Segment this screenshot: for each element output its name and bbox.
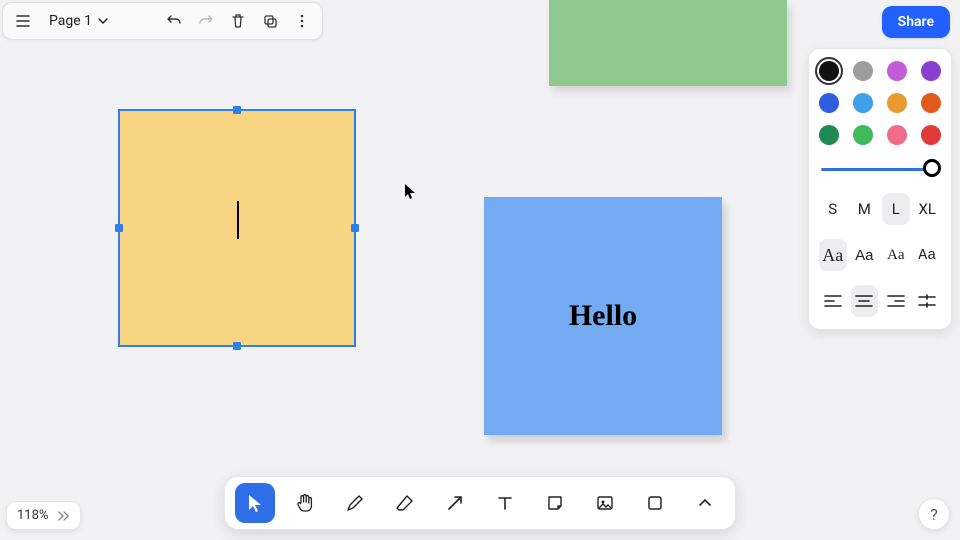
chevron-down-icon [98,16,108,26]
sticky-note-blue-text: Hello [569,299,637,333]
slider-track [821,168,939,171]
font-row: Aa Aa Aa Aa [819,239,941,271]
sticky-note-blue[interactable]: Hello [484,197,722,435]
sticky-note-green[interactable] [549,0,787,86]
color-swatch-5[interactable] [853,93,873,113]
menu-button[interactable] [9,7,37,35]
trash-icon [230,13,246,29]
page-selector[interactable]: Page 1 [41,9,116,33]
size-option-s[interactable]: S [819,193,847,225]
align-left-icon [824,294,842,308]
duplicate-button[interactable] [256,7,284,35]
share-button[interactable]: Share [882,6,950,38]
more-actions-button[interactable] [288,7,316,35]
font-option-cursive[interactable]: Aa [819,239,847,271]
undo-button[interactable] [160,7,188,35]
shape-icon [645,493,665,513]
color-swatch-9[interactable] [853,125,873,145]
color-swatch-6[interactable] [887,93,907,113]
help-label: ? [930,505,938,524]
opacity-slider[interactable] [819,159,941,179]
redo-button[interactable] [192,7,220,35]
align-justify[interactable] [914,285,942,317]
align-justify-icon [918,294,936,308]
top-toolbar: Page 1 [2,2,323,40]
help-button[interactable]: ? [918,498,950,530]
align-row [819,285,941,317]
selection-handle-s[interactable] [233,342,241,350]
align-center[interactable] [851,285,879,317]
hamburger-icon [15,13,31,29]
color-swatch-8[interactable] [819,125,839,145]
select-icon [245,493,265,513]
chevron-up-icon [697,495,713,511]
eraser-icon [395,493,415,513]
chevron-right-double-icon [56,509,70,523]
delete-button[interactable] [224,7,252,35]
size-option-m[interactable]: M [851,193,879,225]
size-row: SMLXL [819,193,941,225]
selection-handle-e[interactable] [351,224,359,232]
align-center-icon [855,294,873,308]
image-icon [595,493,615,513]
color-swatch-11[interactable] [921,125,941,145]
share-label: Share [898,14,934,30]
color-grid [819,61,941,145]
tool-note[interactable] [535,483,575,523]
text-caret [237,201,239,239]
align-right-icon [887,294,905,308]
undo-icon [166,13,182,29]
tool-text[interactable] [485,483,525,523]
text-icon [495,493,515,513]
size-option-l[interactable]: L [882,193,910,225]
tool-eraser[interactable] [385,483,425,523]
arrow-icon [445,493,465,513]
slider-thumb[interactable] [923,159,941,177]
tool-select[interactable] [235,483,275,523]
page-label: Page 1 [49,13,92,29]
mouse-cursor-icon [405,184,417,200]
tool-dock [224,476,736,530]
color-swatch-4[interactable] [819,93,839,113]
dots-vertical-icon [294,13,310,29]
color-swatch-2[interactable] [887,61,907,81]
tool-hand[interactable] [285,483,325,523]
sticky-note-yellow[interactable] [118,109,356,347]
color-swatch-7[interactable] [921,93,941,113]
font-option-serif[interactable]: Aa [882,239,910,271]
font-option-sans[interactable]: Aa [851,239,879,271]
font-option-mono[interactable]: Aa [914,239,942,271]
color-swatch-1[interactable] [853,61,873,81]
color-swatch-0[interactable] [819,61,839,81]
tool-arrow[interactable] [435,483,475,523]
selection-handle-n[interactable] [233,106,241,114]
tool-draw[interactable] [335,483,375,523]
hand-icon [294,492,316,514]
tool-more[interactable] [685,483,725,523]
color-swatch-10[interactable] [887,125,907,145]
align-left[interactable] [819,285,847,317]
duplicate-icon [262,13,278,29]
tool-shape[interactable] [635,483,675,523]
zoom-label: 118% [17,508,48,523]
align-right[interactable] [882,285,910,317]
selection-handle-w[interactable] [115,224,123,232]
redo-icon [198,13,214,29]
pencil-icon [345,493,365,513]
size-option-xl[interactable]: XL [914,193,942,225]
tool-image[interactable] [585,483,625,523]
style-panel: SMLXL Aa Aa Aa Aa [808,48,952,330]
note-icon [545,493,565,513]
zoom-control[interactable]: 118% [6,501,81,530]
color-swatch-3[interactable] [921,61,941,81]
